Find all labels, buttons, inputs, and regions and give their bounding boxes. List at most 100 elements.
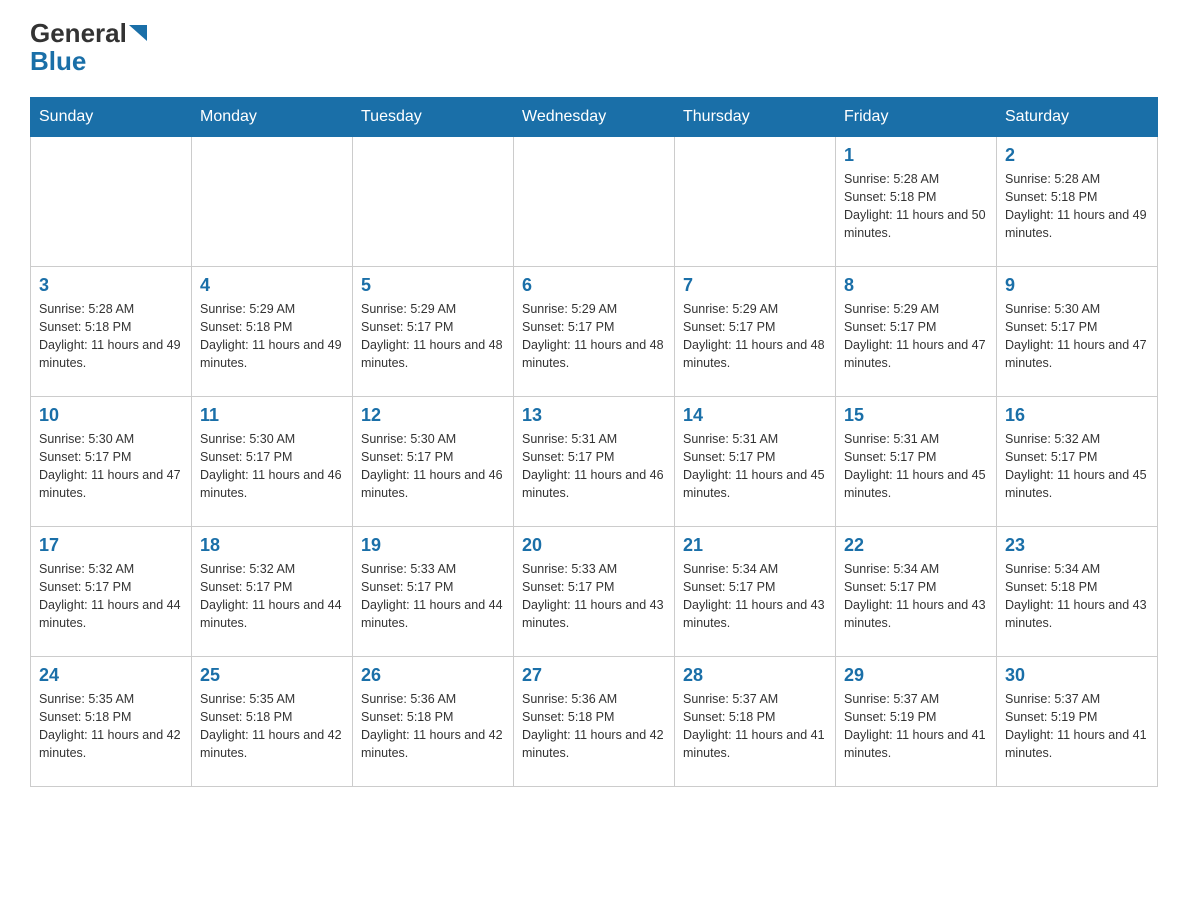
- day-info: Sunrise: 5:30 AMSunset: 5:17 PMDaylight:…: [1005, 300, 1149, 373]
- calendar-cell: 29 Sunrise: 5:37 AMSunset: 5:19 PMDayligh…: [836, 657, 997, 787]
- day-info: Sunrise: 5:36 AMSunset: 5:18 PMDaylight:…: [361, 690, 505, 763]
- week-row-2: 3 Sunrise: 5:28 AMSunset: 5:18 PMDaylight…: [31, 267, 1158, 397]
- calendar-header-row: SundayMondayTuesdayWednesdayThursdayFrid…: [31, 98, 1158, 137]
- day-info: Sunrise: 5:30 AMSunset: 5:17 PMDaylight:…: [200, 430, 344, 503]
- day-info: Sunrise: 5:29 AMSunset: 5:17 PMDaylight:…: [361, 300, 505, 373]
- calendar-cell: 2Sunrise: 5:28 AMSunset: 5:18 PMDaylight…: [997, 137, 1158, 267]
- day-info: Sunrise: 5:31 AMSunset: 5:17 PMDaylight:…: [522, 430, 666, 503]
- day-info: Sunrise: 5:29 AMSunset: 5:18 PMDaylight:…: [200, 300, 344, 373]
- calendar-cell: 11 Sunrise: 5:30 AMSunset: 5:17 PMDayligh…: [192, 397, 353, 527]
- calendar-cell: [353, 137, 514, 267]
- day-info: Sunrise: 5:30 AMSunset: 5:17 PMDaylight:…: [39, 430, 183, 503]
- day-info: Sunrise: 5:33 AMSunset: 5:17 PMDaylight:…: [361, 560, 505, 633]
- day-number: 29: [844, 665, 988, 686]
- day-number: 8: [844, 275, 988, 296]
- calendar-cell: 25Sunrise: 5:35 AMSunset: 5:18 PMDayligh…: [192, 657, 353, 787]
- calendar-cell: 28 Sunrise: 5:37 AMSunset: 5:18 PMDayligh…: [675, 657, 836, 787]
- day-info: Sunrise: 5:29 AMSunset: 5:17 PMDaylight:…: [683, 300, 827, 373]
- calendar-cell: 4 Sunrise: 5:29 AMSunset: 5:18 PMDaylight…: [192, 267, 353, 397]
- day-info: Sunrise: 5:37 AMSunset: 5:19 PMDaylight:…: [844, 690, 988, 763]
- logo-general-text: General: [30, 20, 127, 46]
- calendar-cell: 30 Sunrise: 5:37 AMSunset: 5:19 PMDayligh…: [997, 657, 1158, 787]
- day-number: 22: [844, 535, 988, 556]
- day-info: Sunrise: 5:28 AMSunset: 5:18 PMDaylight:…: [39, 300, 183, 373]
- day-info: Sunrise: 5:29 AMSunset: 5:17 PMDaylight:…: [844, 300, 988, 373]
- day-number: 20: [522, 535, 666, 556]
- calendar-cell: 12 Sunrise: 5:30 AMSunset: 5:17 PMDayligh…: [353, 397, 514, 527]
- calendar-table: SundayMondayTuesdayWednesdayThursdayFrid…: [30, 97, 1158, 787]
- day-number: 1: [844, 145, 988, 166]
- calendar-cell: [514, 137, 675, 267]
- day-number: 14: [683, 405, 827, 426]
- day-info: Sunrise: 5:36 AMSunset: 5:18 PMDaylight:…: [522, 690, 666, 763]
- day-number: 11: [200, 405, 344, 426]
- logo-triangle-icon: [129, 25, 147, 43]
- day-info: Sunrise: 5:31 AMSunset: 5:17 PMDaylight:…: [683, 430, 827, 503]
- day-info: Sunrise: 5:34 AMSunset: 5:17 PMDaylight:…: [683, 560, 827, 633]
- calendar-cell: 3 Sunrise: 5:28 AMSunset: 5:18 PMDaylight…: [31, 267, 192, 397]
- day-info: Sunrise: 5:35 AMSunset: 5:18 PMDaylight:…: [39, 690, 183, 763]
- calendar-header-sunday: Sunday: [31, 98, 192, 137]
- day-info: Sunrise: 5:32 AMSunset: 5:17 PMDaylight:…: [200, 560, 344, 633]
- day-number: 16: [1005, 405, 1149, 426]
- day-number: 23: [1005, 535, 1149, 556]
- day-number: 26: [361, 665, 505, 686]
- calendar-cell: 21 Sunrise: 5:34 AMSunset: 5:17 PMDayligh…: [675, 527, 836, 657]
- day-number: 10: [39, 405, 183, 426]
- calendar-header-friday: Friday: [836, 98, 997, 137]
- calendar-cell: [192, 137, 353, 267]
- day-number: 30: [1005, 665, 1149, 686]
- day-info: Sunrise: 5:37 AMSunset: 5:19 PMDaylight:…: [1005, 690, 1149, 763]
- calendar-cell: [31, 137, 192, 267]
- calendar-cell: 26 Sunrise: 5:36 AMSunset: 5:18 PMDayligh…: [353, 657, 514, 787]
- calendar-cell: 20 Sunrise: 5:33 AMSunset: 5:17 PMDayligh…: [514, 527, 675, 657]
- day-number: 6: [522, 275, 666, 296]
- calendar-cell: 5Sunrise: 5:29 AMSunset: 5:17 PMDaylight…: [353, 267, 514, 397]
- day-info: Sunrise: 5:30 AMSunset: 5:17 PMDaylight:…: [361, 430, 505, 503]
- day-number: 13: [522, 405, 666, 426]
- day-info: Sunrise: 5:29 AMSunset: 5:17 PMDaylight:…: [522, 300, 666, 373]
- calendar-cell: 16 Sunrise: 5:32 AMSunset: 5:17 PMDayligh…: [997, 397, 1158, 527]
- calendar-header-tuesday: Tuesday: [353, 98, 514, 137]
- day-number: 19: [361, 535, 505, 556]
- day-number: 28: [683, 665, 827, 686]
- calendar-cell: 24 Sunrise: 5:35 AMSunset: 5:18 PMDayligh…: [31, 657, 192, 787]
- week-row-1: 1 Sunrise: 5:28 AMSunset: 5:18 PMDaylight…: [31, 137, 1158, 267]
- day-number: 15: [844, 405, 988, 426]
- week-row-3: 10 Sunrise: 5:30 AMSunset: 5:17 PMDayligh…: [31, 397, 1158, 527]
- day-info: Sunrise: 5:28 AMSunset: 5:18 PMDaylight:…: [844, 170, 988, 243]
- calendar-cell: 6 Sunrise: 5:29 AMSunset: 5:17 PMDaylight…: [514, 267, 675, 397]
- calendar-header-thursday: Thursday: [675, 98, 836, 137]
- calendar-header-wednesday: Wednesday: [514, 98, 675, 137]
- calendar-cell: 13 Sunrise: 5:31 AMSunset: 5:17 PMDayligh…: [514, 397, 675, 527]
- logo: General Blue: [30, 20, 147, 77]
- day-number: 27: [522, 665, 666, 686]
- week-row-4: 17Sunrise: 5:32 AMSunset: 5:17 PMDayligh…: [31, 527, 1158, 657]
- day-number: 24: [39, 665, 183, 686]
- day-info: Sunrise: 5:31 AMSunset: 5:17 PMDaylight:…: [844, 430, 988, 503]
- day-number: 3: [39, 275, 183, 296]
- calendar-cell: 1 Sunrise: 5:28 AMSunset: 5:18 PMDaylight…: [836, 137, 997, 267]
- calendar-cell: 9Sunrise: 5:30 AMSunset: 5:17 PMDaylight…: [997, 267, 1158, 397]
- logo-blue-text: Blue: [30, 46, 86, 77]
- calendar-header-monday: Monday: [192, 98, 353, 137]
- calendar-cell: 23 Sunrise: 5:34 AMSunset: 5:18 PMDayligh…: [997, 527, 1158, 657]
- calendar-cell: 15 Sunrise: 5:31 AMSunset: 5:17 PMDayligh…: [836, 397, 997, 527]
- day-number: 21: [683, 535, 827, 556]
- calendar-cell: 8 Sunrise: 5:29 AMSunset: 5:17 PMDaylight…: [836, 267, 997, 397]
- calendar-cell: 27 Sunrise: 5:36 AMSunset: 5:18 PMDayligh…: [514, 657, 675, 787]
- calendar-cell: 10 Sunrise: 5:30 AMSunset: 5:17 PMDayligh…: [31, 397, 192, 527]
- day-info: Sunrise: 5:33 AMSunset: 5:17 PMDaylight:…: [522, 560, 666, 633]
- day-number: 7: [683, 275, 827, 296]
- calendar-cell: 18Sunrise: 5:32 AMSunset: 5:17 PMDayligh…: [192, 527, 353, 657]
- day-number: 12: [361, 405, 505, 426]
- day-info: Sunrise: 5:32 AMSunset: 5:17 PMDaylight:…: [1005, 430, 1149, 503]
- calendar-cell: 17Sunrise: 5:32 AMSunset: 5:17 PMDayligh…: [31, 527, 192, 657]
- calendar-cell: [675, 137, 836, 267]
- page-header: General Blue: [30, 20, 1158, 77]
- day-info: Sunrise: 5:34 AMSunset: 5:18 PMDaylight:…: [1005, 560, 1149, 633]
- day-info: Sunrise: 5:37 AMSunset: 5:18 PMDaylight:…: [683, 690, 827, 763]
- day-info: Sunrise: 5:32 AMSunset: 5:17 PMDaylight:…: [39, 560, 183, 633]
- day-number: 4: [200, 275, 344, 296]
- calendar-cell: 7 Sunrise: 5:29 AMSunset: 5:17 PMDaylight…: [675, 267, 836, 397]
